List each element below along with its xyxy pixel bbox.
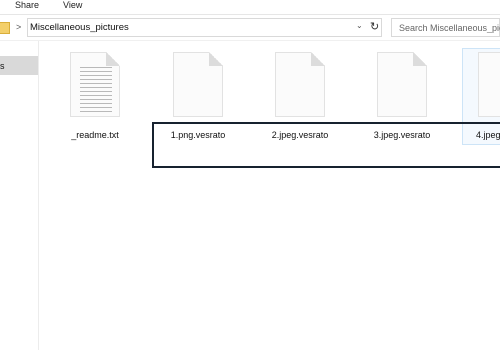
breadcrumb-current-folder[interactable]: Miscellaneous_pictures — [30, 22, 129, 33]
navigation-pane — [0, 41, 38, 350]
chevron-down-icon[interactable]: ⌄ — [356, 21, 363, 30]
tab-share[interactable]: Share — [15, 0, 39, 10]
blank-file-icon — [275, 52, 325, 117]
blank-file-icon — [478, 52, 500, 117]
refresh-icon[interactable]: ↻ — [370, 20, 379, 33]
text-file-icon — [70, 52, 120, 117]
toolbar-divider — [0, 40, 500, 41]
breadcrumb-separator[interactable]: > — [16, 22, 21, 32]
ribbon-divider — [0, 14, 500, 15]
address-bar-row: > Miscellaneous_pictures ⌄ ↻ Search Misc… — [0, 17, 500, 39]
nav-item-selected[interactable]: s — [0, 56, 38, 75]
ribbon: Share View — [0, 0, 500, 14]
blank-file-icon — [173, 52, 223, 117]
encrypted-files-highlight-frame — [152, 122, 500, 168]
pane-splitter[interactable] — [38, 41, 39, 350]
folder-icon — [0, 22, 10, 34]
file-name: _readme.txt — [71, 130, 119, 140]
nav-item-label: s — [0, 61, 5, 71]
search-placeholder[interactable]: Search Miscellaneous_pictures — [399, 23, 500, 33]
tab-view[interactable]: View — [63, 0, 82, 10]
file-item[interactable]: _readme.txt — [50, 52, 140, 142]
blank-file-icon — [377, 52, 427, 117]
